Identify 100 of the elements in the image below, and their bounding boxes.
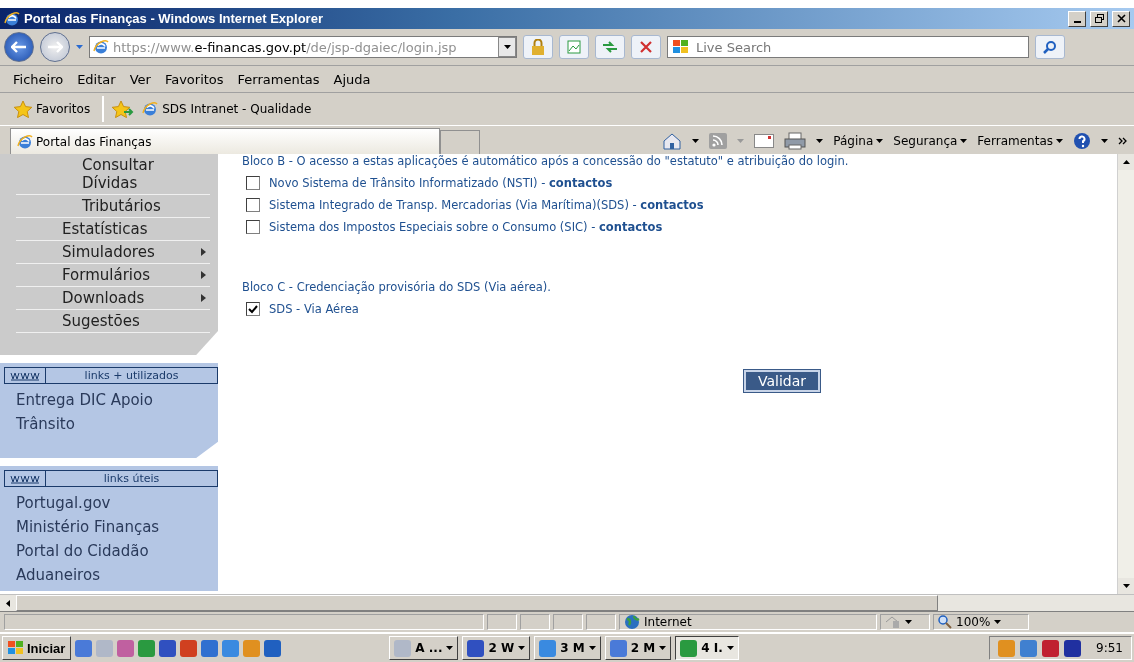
restore-button[interactable] bbox=[1090, 10, 1108, 27]
menu-item[interactable]: Favoritos bbox=[157, 71, 231, 87]
taskbar-button[interactable]: A ... bbox=[389, 636, 459, 660]
checkbox[interactable] bbox=[246, 198, 260, 212]
menu-item[interactable]: Ferramentas bbox=[230, 71, 327, 87]
app-icon bbox=[539, 639, 557, 657]
back-button[interactable] bbox=[4, 32, 34, 62]
scroll-left-icon[interactable] bbox=[6, 599, 10, 607]
sidebar-link[interactable]: Portal do Cidadão bbox=[0, 539, 218, 563]
e-logo-icon bbox=[17, 133, 33, 150]
option-label: Sistema dos Impostos Especiais sobre o Consumo (SIC) - contactos bbox=[269, 220, 663, 234]
taskbar-button[interactable]: 2 W bbox=[462, 636, 531, 660]
e-logo-icon bbox=[4, 10, 20, 27]
home-icon[interactable] bbox=[662, 132, 683, 150]
sidebar-link[interactable]: Portugal.gov bbox=[0, 491, 218, 515]
start-button[interactable]: Iniciar bbox=[2, 636, 72, 660]
menu-item[interactable]: Ajuda bbox=[326, 71, 378, 87]
sidebar-item[interactable]: Estatísticas bbox=[16, 218, 210, 241]
scroll-down-icon[interactable] bbox=[1122, 584, 1130, 588]
scroll-up-icon[interactable] bbox=[1122, 160, 1130, 164]
sidebar-item[interactable]: Downloads bbox=[16, 287, 210, 310]
taskbar-button[interactable]: 2 M bbox=[604, 636, 672, 660]
sidebar-link[interactable]: Aduaneiros bbox=[0, 563, 218, 587]
sidebar-link[interactable]: Ministério Finanças bbox=[0, 515, 218, 539]
horizontal-scrollbar[interactable] bbox=[0, 594, 1134, 611]
status-panel bbox=[520, 614, 550, 630]
quick-launch-icon[interactable] bbox=[75, 639, 93, 657]
status-panel bbox=[553, 614, 583, 630]
forward-button[interactable] bbox=[40, 32, 70, 62]
minimize-button[interactable] bbox=[1068, 10, 1086, 27]
address-field[interactable]: https://www.e-financas.gov.pt/de/jsp-dgaiec/login.jsp bbox=[89, 36, 517, 58]
menu-item[interactable]: Ver bbox=[122, 71, 158, 87]
quick-launch-icon[interactable] bbox=[222, 639, 240, 657]
checkbox[interactable] bbox=[246, 302, 260, 316]
validate-button[interactable]: Validar bbox=[744, 370, 821, 392]
command-menu-button[interactable]: Página bbox=[833, 134, 884, 148]
command-menu-button[interactable]: Ferramentas bbox=[977, 134, 1063, 148]
contacts-link[interactable]: contactos bbox=[640, 198, 704, 212]
checkbox[interactable] bbox=[246, 220, 260, 234]
browser-tab[interactable]: Portal das Finanças bbox=[10, 128, 440, 154]
tray-icon[interactable] bbox=[1064, 639, 1082, 657]
sidebar-item[interactable]: Consultar Dívidas bbox=[16, 154, 210, 195]
menu-item[interactable]: Editar bbox=[70, 71, 123, 87]
search-icon bbox=[1043, 40, 1057, 54]
window-title: Portal das Finanças - Windows Internet Explorer bbox=[24, 11, 324, 26]
forward-arrow-icon bbox=[47, 41, 63, 53]
sidebar-item[interactable]: Sugestões bbox=[16, 310, 210, 333]
submenu-arrow-icon bbox=[201, 271, 206, 279]
lock-button[interactable] bbox=[523, 35, 553, 59]
app-icon bbox=[680, 639, 698, 657]
taskbar-button[interactable]: 4 I. bbox=[675, 636, 739, 660]
chevron-icon[interactable] bbox=[1118, 137, 1128, 145]
e-logo-icon bbox=[93, 39, 109, 55]
checkbox[interactable] bbox=[246, 176, 260, 190]
status-panel bbox=[487, 614, 517, 630]
mail-icon[interactable] bbox=[754, 134, 775, 148]
app-icon bbox=[467, 639, 485, 657]
star-icon bbox=[14, 100, 32, 118]
add-favorite-icon bbox=[112, 100, 135, 118]
zoom-icon bbox=[938, 615, 952, 629]
vertical-scrollbar[interactable] bbox=[1117, 154, 1134, 594]
quick-launch-icon[interactable] bbox=[138, 639, 156, 657]
block-heading: Bloco B - O acesso a estas aplicações é automático após a concessão do "estatuto" e atribuição do login. bbox=[242, 154, 850, 168]
back-arrow-icon bbox=[11, 41, 27, 53]
caret-icon bbox=[726, 646, 734, 650]
quick-launch-icon[interactable] bbox=[159, 639, 177, 657]
contacts-link[interactable]: contactos bbox=[549, 176, 613, 190]
refresh-icon bbox=[602, 41, 618, 53]
quick-launch-icon[interactable] bbox=[264, 639, 282, 657]
status-panel bbox=[586, 614, 616, 630]
contacts-link[interactable]: contactos bbox=[599, 220, 663, 234]
tray-icon[interactable] bbox=[1042, 639, 1060, 657]
sidebar-link[interactable]: Entrega DIC Apoio bbox=[0, 388, 218, 412]
sidebar-item[interactable]: Tributários bbox=[16, 195, 210, 218]
caret-icon bbox=[692, 139, 700, 143]
sidebar-item[interactable]: Formulários bbox=[16, 264, 210, 287]
printer-icon[interactable] bbox=[784, 132, 807, 150]
quick-launch-icon[interactable] bbox=[180, 639, 198, 657]
caret-icon bbox=[76, 45, 83, 49]
refresh-button[interactable] bbox=[595, 35, 625, 59]
favorite-link[interactable]: SDS Intranet - Qualidade bbox=[142, 101, 312, 117]
feed-icon[interactable] bbox=[709, 133, 728, 149]
help-icon[interactable] bbox=[1073, 132, 1091, 150]
search-button[interactable] bbox=[1035, 35, 1065, 59]
stop-button[interactable] bbox=[631, 35, 661, 59]
sidebar-link[interactable]: Trânsito bbox=[0, 412, 218, 436]
submenu-arrow-icon bbox=[201, 294, 206, 302]
sidebar-item[interactable]: Simuladores bbox=[16, 241, 210, 264]
stop-icon bbox=[640, 41, 652, 53]
command-menu-button[interactable]: Segurança bbox=[893, 134, 968, 148]
close-button[interactable] bbox=[1112, 10, 1130, 27]
favorites-button[interactable]: Favoritos bbox=[6, 96, 105, 122]
quick-launch-icon[interactable] bbox=[201, 639, 219, 657]
caret-icon bbox=[588, 646, 596, 650]
search-field[interactable]: Live Search bbox=[667, 36, 1029, 58]
quick-launch-icon[interactable] bbox=[117, 639, 135, 657]
menu-item[interactable]: Ficheiro bbox=[6, 71, 71, 87]
option-label: SDS - Via Aérea bbox=[269, 302, 359, 316]
taskbar-button[interactable]: 3 M bbox=[534, 636, 601, 660]
dropdown-button[interactable] bbox=[498, 37, 516, 57]
